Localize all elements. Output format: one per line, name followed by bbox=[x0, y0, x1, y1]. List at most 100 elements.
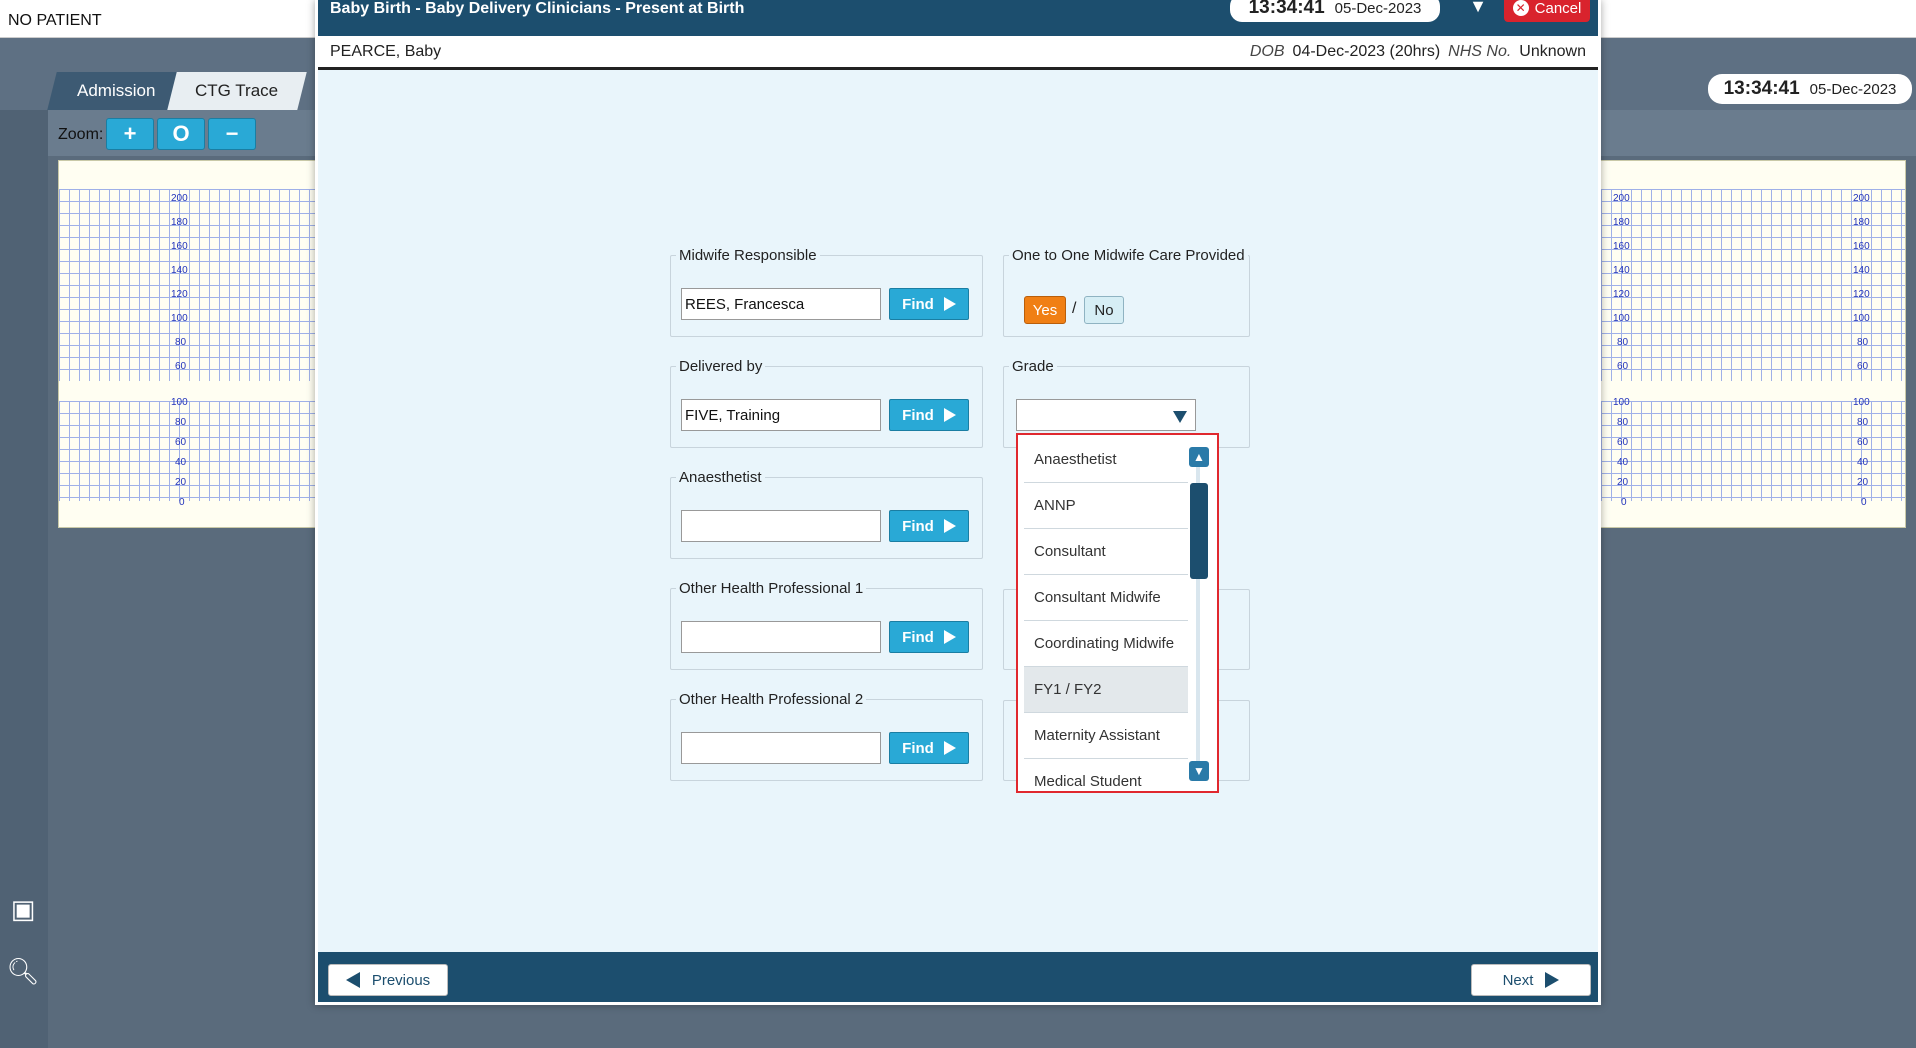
play-icon bbox=[943, 741, 956, 755]
grade-option-highlighted[interactable]: FY1 / FY2 bbox=[1024, 667, 1188, 713]
next-button[interactable]: Next bbox=[1471, 964, 1591, 996]
zoom-in-button[interactable]: + bbox=[106, 118, 154, 150]
cancel-label: Cancel bbox=[1534, 0, 1582, 17]
previous-button[interactable]: Previous bbox=[328, 964, 448, 996]
tick-label: 100 bbox=[1853, 397, 1870, 408]
presentation-icon[interactable]: ▣ bbox=[6, 892, 40, 926]
yes-no-separator: / bbox=[1072, 300, 1077, 317]
left-rail: ▣ 🔍︎ bbox=[0, 110, 48, 1048]
delivered-by-input[interactable]: FIVE, Training bbox=[681, 399, 881, 431]
chevron-down-icon[interactable]: ▼ bbox=[1189, 761, 1209, 781]
grade-option[interactable]: Consultant bbox=[1024, 529, 1188, 575]
find-midwife-button[interactable]: Find bbox=[889, 288, 969, 320]
dropdown-scroll-thumb[interactable] bbox=[1190, 483, 1208, 579]
tick-label: 100 bbox=[1853, 313, 1870, 324]
one-to-one-care-group: One to One Midwife Care Provided Yes / N… bbox=[1003, 247, 1250, 337]
tick-label: 200 bbox=[1613, 193, 1630, 204]
tick-label: 140 bbox=[1613, 265, 1630, 276]
cancel-button[interactable]: ✕ Cancel bbox=[1504, 0, 1590, 22]
anaesthetist-group: Anaesthetist Find bbox=[670, 469, 983, 559]
tick-label: 140 bbox=[171, 265, 188, 276]
dialog-clock-date: 05-Dec-2023 bbox=[1334, 0, 1422, 17]
tick-label: 80 bbox=[175, 337, 187, 348]
no-patient-label: NO PATIENT bbox=[8, 12, 102, 29]
grade-option[interactable]: Coordinating Midwife bbox=[1024, 621, 1188, 667]
chevron-down-icon bbox=[1173, 411, 1187, 423]
zoom-label: Zoom: bbox=[58, 126, 104, 143]
tick-label: 80 bbox=[1617, 337, 1629, 348]
tick-label: 20 bbox=[1617, 477, 1629, 488]
tick-label: 100 bbox=[171, 313, 188, 324]
arrow-left-icon bbox=[345, 972, 360, 988]
find-delivered-by-button[interactable]: Find bbox=[889, 399, 969, 431]
arrow-right-icon bbox=[1545, 972, 1560, 988]
zoom-reset-button[interactable]: O bbox=[157, 118, 205, 150]
other-health-professional-1-input[interactable] bbox=[681, 621, 881, 653]
tab-ctg-trace[interactable]: CTG Trace bbox=[167, 72, 307, 110]
grade-select[interactable] bbox=[1016, 399, 1196, 431]
other-health-professional-1-label: Other Health Professional 1 bbox=[679, 580, 864, 597]
anaesthetist-input[interactable] bbox=[681, 510, 881, 542]
tick-label: 80 bbox=[1617, 417, 1629, 428]
dialog-title: Baby Birth - Baby Delivery Clinicians - … bbox=[330, 0, 745, 17]
grade-option[interactable]: Medical Student bbox=[1024, 759, 1188, 791]
tick-label: 180 bbox=[1613, 217, 1630, 228]
midwife-responsible-input[interactable]: REES, Francesca bbox=[681, 288, 881, 320]
search-icon[interactable]: 🔍︎ bbox=[6, 954, 40, 988]
zoom-out-button[interactable]: − bbox=[208, 118, 256, 150]
play-icon bbox=[943, 297, 956, 311]
tick-label: 100 bbox=[1613, 397, 1630, 408]
tick-label: 160 bbox=[1853, 241, 1870, 252]
other-health-professional-2-input[interactable] bbox=[681, 732, 881, 764]
tick-label: 0 bbox=[179, 497, 185, 508]
app-clock-date: 05-Dec-2023 bbox=[1809, 80, 1897, 98]
grade-option[interactable]: Consultant Midwife bbox=[1024, 575, 1188, 621]
one-to-one-no-button[interactable]: No bbox=[1084, 296, 1124, 324]
tick-label: 40 bbox=[175, 457, 187, 468]
tick-label: 20 bbox=[175, 477, 187, 488]
tick-label: 160 bbox=[171, 241, 188, 252]
chevron-up-icon[interactable]: ▲ bbox=[1189, 447, 1209, 467]
dialog-footer: Previous Next bbox=[318, 952, 1598, 1002]
tab-admission[interactable]: Admission bbox=[47, 72, 185, 110]
tick-label: 120 bbox=[171, 289, 188, 300]
find-ohp2-button[interactable]: Find bbox=[889, 732, 969, 764]
grade-option[interactable]: Anaesthetist bbox=[1024, 437, 1188, 483]
find-ohp1-button[interactable]: Find bbox=[889, 621, 969, 653]
other-health-professional-2-label: Other Health Professional 2 bbox=[679, 691, 864, 708]
dialog-clock-time: 13:34:41 bbox=[1248, 0, 1325, 18]
tick-label: 200 bbox=[1853, 193, 1870, 204]
tick-label: 80 bbox=[175, 417, 187, 428]
tick-label: 100 bbox=[171, 397, 188, 408]
patient-name: PEARCE, Baby bbox=[330, 43, 442, 60]
nhs-label: NHS No. bbox=[1448, 43, 1512, 60]
grade-option[interactable]: Maternity Assistant bbox=[1024, 713, 1188, 759]
play-icon bbox=[943, 408, 956, 422]
tick-label: 60 bbox=[1617, 361, 1629, 372]
tick-label: 80 bbox=[1857, 417, 1869, 428]
delivered-by-label: Delivered by bbox=[679, 358, 763, 375]
grade-option[interactable]: ANNP bbox=[1024, 483, 1188, 529]
nhs-value: Unknown bbox=[1519, 43, 1586, 60]
patient-banner: PEARCE, Baby DOB 04-Dec-2023 (20hrs) NHS… bbox=[318, 36, 1598, 70]
one-to-one-yes-button[interactable]: Yes bbox=[1024, 296, 1066, 324]
app-clock-time: 13:34:41 bbox=[1723, 78, 1800, 99]
find-anaesthetist-button[interactable]: Find bbox=[889, 510, 969, 542]
tick-label: 180 bbox=[1853, 217, 1870, 228]
anaesthetist-label: Anaesthetist bbox=[679, 469, 762, 486]
other-health-professional-1-group: Other Health Professional 1 Find bbox=[670, 580, 983, 670]
ctg-chart-right: 200 180 160 140 120 100 80 60 100 80 60 … bbox=[1600, 160, 1906, 528]
other-health-professional-2-group: Other Health Professional 2 Find bbox=[670, 691, 983, 781]
play-icon bbox=[943, 519, 956, 533]
grade-dropdown-list[interactable]: Anaesthetist ANNP Consultant Consultant … bbox=[1016, 433, 1219, 793]
dob-value: 04-Dec-2023 (20hrs) bbox=[1292, 43, 1441, 60]
midwife-responsible-group: Midwife Responsible REES, Francesca Find bbox=[670, 247, 983, 337]
tick-label: 0 bbox=[1861, 497, 1867, 508]
pin-icon[interactable]: ▼ bbox=[1466, 0, 1490, 18]
dialog-header: Baby Birth - Baby Delivery Clinicians - … bbox=[318, 0, 1598, 36]
tick-label: 60 bbox=[1617, 437, 1629, 448]
delivered-by-group: Delivered by FIVE, Training Find bbox=[670, 358, 983, 448]
tick-label: 60 bbox=[175, 361, 187, 372]
delivery-clinicians-dialog: Baby Birth - Baby Delivery Clinicians - … bbox=[315, 0, 1601, 1005]
tick-label: 60 bbox=[1857, 361, 1869, 372]
